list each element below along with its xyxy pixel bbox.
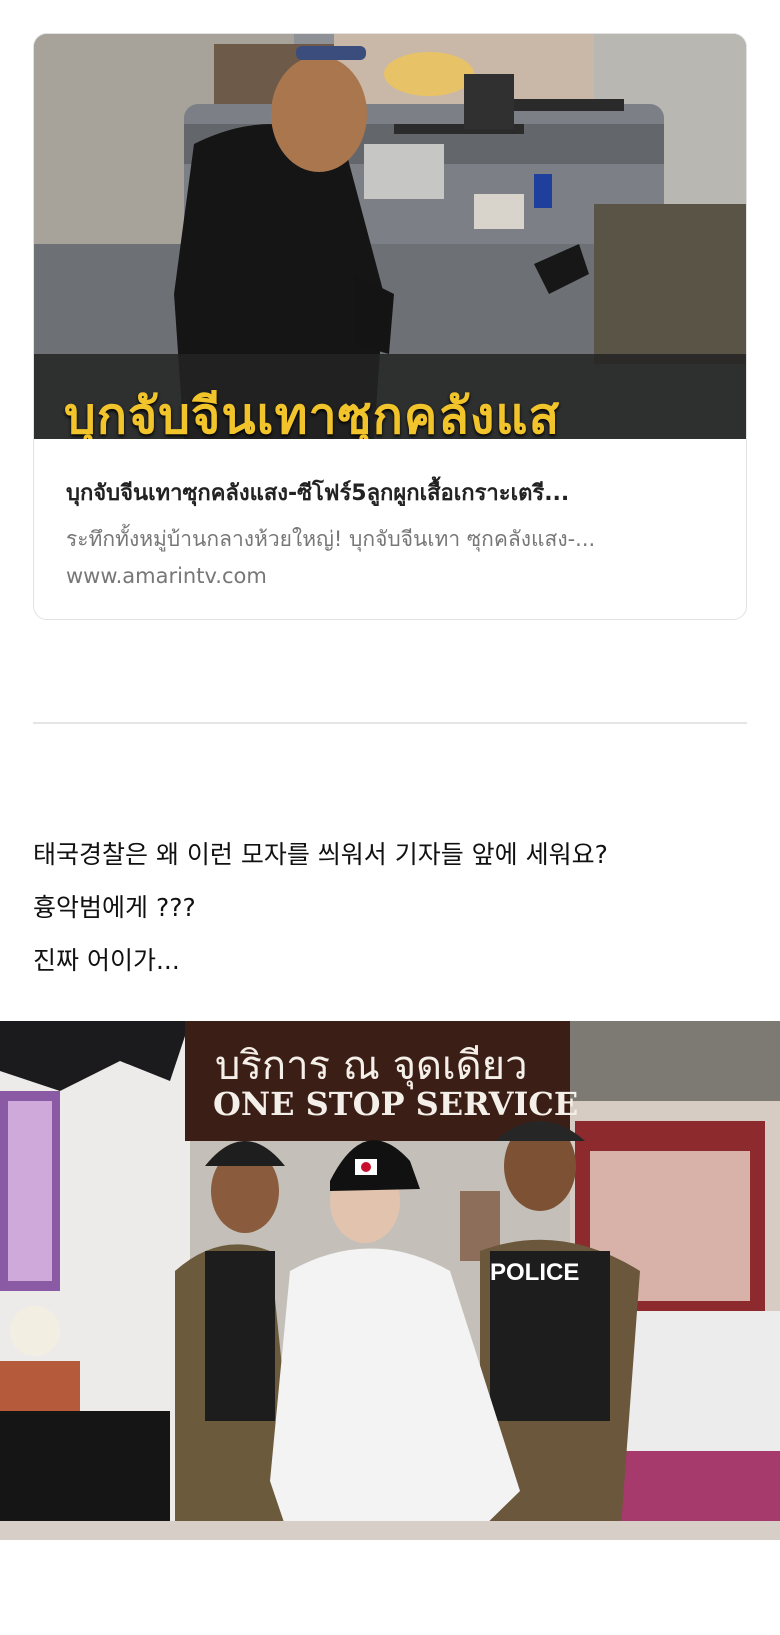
card-description: ระทึกทั้งหมู่บ้านกลางห้วยใหญ่! บุกจับจีน… bbox=[66, 527, 596, 551]
post-line: 태국경찰은 왜 이런 모자를 씌워서 기자들 앞에 세워요? bbox=[33, 840, 608, 869]
news-thumbnail: บุกจับจีนเทาซุกคลังแส bbox=[34, 34, 746, 439]
police-vest-label: POLICE bbox=[490, 1259, 580, 1286]
thumbnail-caption: บุกจับจีนเทาซุกคลังแส bbox=[64, 387, 561, 439]
post-body: 태국경찰은 왜 이런 모자를 씌워서 기자들 앞에 세워요? 흉악범에게 ???… bbox=[33, 828, 747, 987]
post-line: 흉악범에게 ??? bbox=[33, 893, 196, 922]
link-preview-card[interactable]: บุกจับจีนเทาซุกคลังแส บุกจับจีนเทาซุกคลั… bbox=[33, 33, 747, 620]
card-body: บุกจับจีนเทาซุกคลังแสง-ซีโฟร์5ลูกผูกเสื้… bbox=[34, 439, 746, 619]
sign-english-text: ONE STOP SERVICE bbox=[213, 1085, 579, 1123]
card-url[interactable]: www.amarintv.com bbox=[66, 564, 267, 588]
post-line: 진짜 어이가... bbox=[33, 946, 180, 975]
police-photo: บริการ ณ จุดเดียว ONE STOP SERVICE POLIC… bbox=[0, 1021, 780, 1540]
card-title[interactable]: บุกจับจีนเทาซุกคลังแสง-ซีโฟร์5ลูกผูกเสื้… bbox=[66, 475, 716, 510]
section-divider bbox=[33, 722, 747, 724]
